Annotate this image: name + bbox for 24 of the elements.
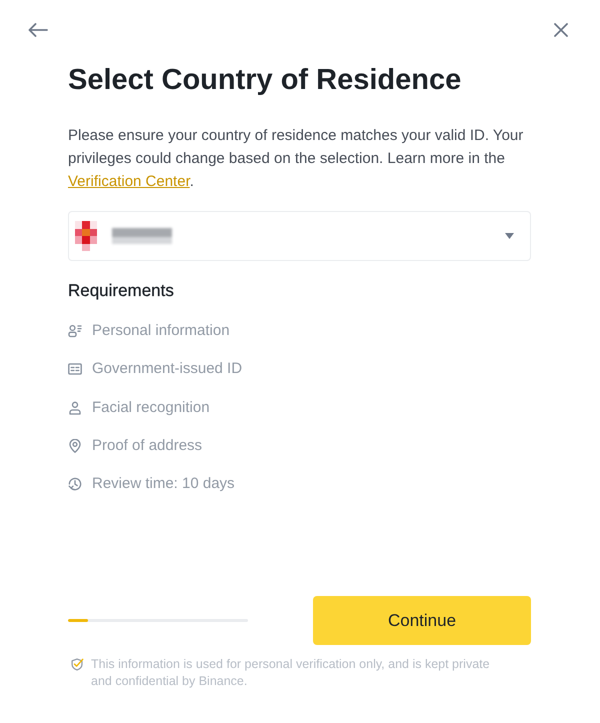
person-list-icon — [68, 324, 82, 338]
intro-text: Please ensure your country of residence matches your valid ID. Your privileges could change based on the selection. Learn more in the Verification Center. — [68, 126, 524, 192]
requirement-label: Facial recognition — [92, 398, 210, 418]
pixelated-flag-icon — [75, 221, 97, 251]
country-select[interactable] — [68, 211, 531, 261]
requirement-label: Government-issued ID — [92, 359, 242, 380]
clock-icon — [68, 477, 82, 492]
blurred-text-placeholder — [112, 228, 172, 244]
requirement-label: Proof of address — [92, 436, 202, 456]
shield-check-icon — [71, 658, 84, 671]
caret-icon — [505, 233, 514, 239]
privacy-notice: This information is used for personal verification only, and is kept private and confidential by Binance. — [91, 656, 491, 690]
requirement-label: Personal information — [92, 321, 230, 341]
close-button[interactable] — [554, 23, 568, 37]
id-card-icon — [68, 362, 82, 376]
close-icon — [554, 23, 568, 37]
page-title: Select Country of Residence — [68, 63, 462, 98]
back-button[interactable] — [28, 23, 48, 37]
location-pin-icon — [68, 438, 82, 453]
person-icon — [68, 400, 82, 415]
requirements-heading: Requirements — [68, 280, 175, 302]
back-arrow-icon — [28, 23, 48, 37]
continue-button[interactable]: Continue — [313, 596, 531, 645]
requirement-label: Review time: 10 days — [92, 474, 235, 494]
